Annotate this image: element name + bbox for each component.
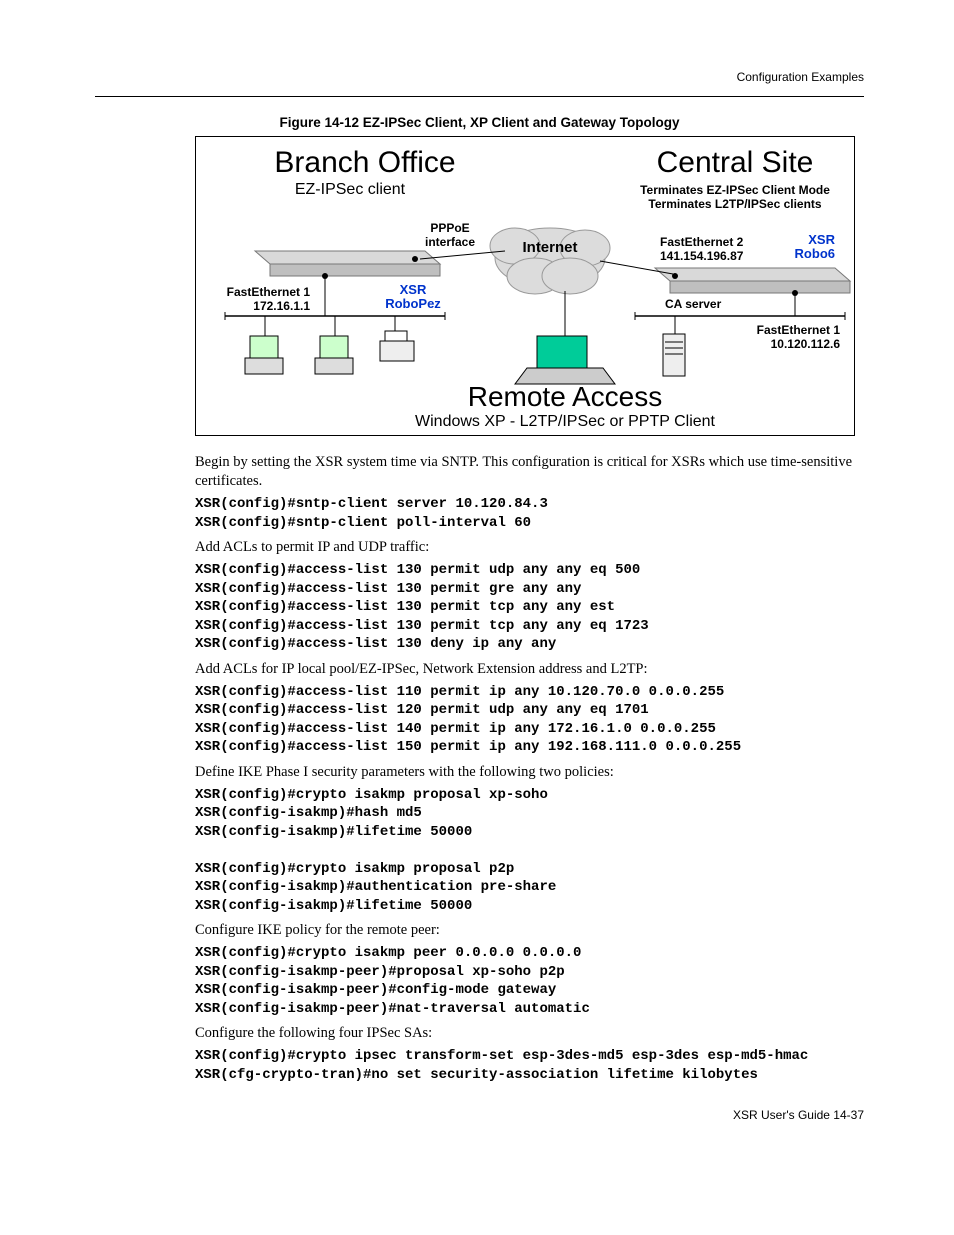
fe1-right-ip-label: 10.120.112.6 — [771, 337, 841, 351]
code-block-5: XSR(config)#crypto isakmp peer 0.0.0.0 0… — [195, 944, 864, 1018]
xsr-left-label: XSR — [400, 282, 427, 297]
code-block-4: XSR(config)#crypto isakmp proposal xp-so… — [195, 786, 864, 915]
page-footer: XSR User's Guide 14-37 — [95, 1108, 864, 1122]
topology-figure: Branch Office Central Site EZ-IPSec clie… — [195, 136, 855, 441]
internet-label: Internet — [522, 239, 577, 256]
robopez-label: RoboPez — [385, 296, 441, 311]
desktop-icon — [245, 316, 283, 374]
page-header-right: Configuration Examples — [95, 70, 864, 84]
body-p4: Define IKE Phase I security parameters w… — [195, 763, 864, 782]
code-block-1: XSR(config)#sntp-client server 10.120.84… — [195, 495, 864, 532]
body-p3: Add ACLs for IP local pool/EZ-IPSec, Net… — [195, 660, 864, 679]
interface-label: interface — [425, 235, 475, 249]
server-icon — [663, 316, 685, 376]
fe1-left-label: FastEthernet 1 — [227, 285, 311, 299]
central-site-label: Central Site — [657, 146, 814, 179]
body-p5: Configure IKE policy for the remote peer… — [195, 921, 864, 940]
ca-server-label: CA server — [665, 297, 722, 311]
header-rule — [95, 96, 864, 97]
desktop-icon — [315, 316, 353, 374]
code-block-3: XSR(config)#access-list 110 permit ip an… — [195, 683, 864, 757]
code-block-6: XSR(config)#crypto ipsec transform-set e… — [195, 1047, 864, 1084]
term2-label: Terminates L2TP/IPSec clients — [648, 197, 822, 211]
body-p1: Begin by setting the XSR system time via… — [195, 453, 864, 491]
fe2-label: FastEthernet 2 — [660, 235, 744, 249]
printer-icon — [380, 316, 414, 361]
ez-ipsec-client-label: EZ-IPSec client — [295, 181, 406, 198]
body-p6: Configure the following four IPSec SAs: — [195, 1024, 864, 1043]
pppoe-label: PPPoE — [430, 221, 469, 235]
code-block-2: XSR(config)#access-list 130 permit udp a… — [195, 561, 864, 653]
body-p2: Add ACLs to permit IP and UDP traffic: — [195, 538, 864, 557]
fe1-left-ip-label: 172.16.1.1 — [253, 299, 310, 313]
figure-caption: Figure 14-12 EZ-IPSec Client, XP Client … — [95, 115, 864, 130]
internet-cloud-icon — [490, 228, 610, 294]
winxp-label: Windows XP - L2TP/IPSec or PPTP Client — [415, 413, 716, 430]
laptop-icon — [515, 336, 615, 384]
fe1-right-label: FastEthernet 1 — [757, 323, 841, 337]
fe2-ip-label: 141.154.196.87 — [660, 249, 744, 263]
xsr-right-label: XSR — [808, 232, 835, 247]
robo6-label: Robo6 — [795, 246, 835, 261]
term1-label: Terminates EZ-IPSec Client Mode — [640, 183, 830, 197]
branch-office-label: Branch Office — [274, 146, 455, 179]
remote-access-label: Remote Access — [468, 381, 663, 412]
